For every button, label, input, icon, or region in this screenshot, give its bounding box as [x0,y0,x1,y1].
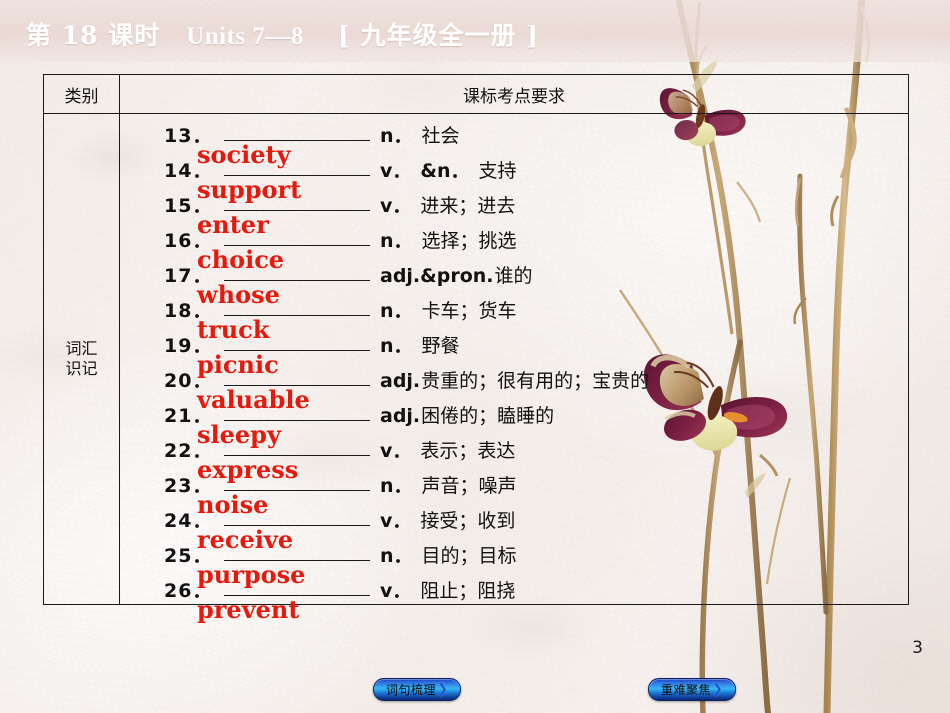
vocabulary-row: 15． v． 进来；进去 [120,190,908,225]
vocabulary-row-number: 19． [164,335,213,357]
vocabulary-chinese-meaning: 社会 [421,125,460,147]
vocabulary-part-of-speech: v． [380,580,412,602]
vocabulary-chinese-meaning: 进来；进去 [420,195,516,217]
vocabulary-chinese-meaning: 困倦的；瞌睡的 [421,405,555,427]
vocabulary-answer-blank [218,435,378,457]
vocabulary-row: 25． n． 目的；目标 [120,540,908,575]
requirement-cell: 13． n． 社会 14． v． &n． 支持 15． v． 进来；进去 16． n． 选择；挑选 17．… [119,113,909,605]
vocabulary-answer-blank [218,470,378,492]
vocabulary-answer-blank [218,540,378,562]
vocabulary-row-number: 21． [164,405,213,427]
title-grade: [ 九年级全一册 ] [337,21,539,50]
header-category: 类别 [43,74,120,114]
header-requirement: 课标考点要求 [119,74,909,114]
vocabulary-answer-blank [218,575,378,597]
page-title: 第 18 课时 Units 7—8 [ 九年级全一册 ] [26,16,539,52]
title-units: Units 7—8 [186,23,304,50]
vocabulary-part-of-speech-secondary: &n． [420,160,470,182]
nav-button-key-points-label: 重难聚焦 [661,682,712,697]
vocabulary-part-of-speech: adj.&pron. [380,265,494,287]
vocabulary-chinese-meaning: 目的；目标 [421,545,517,567]
vocabulary-part-of-speech: v． [380,440,412,462]
nav-button-sentence-review-label: 词句梳理 [386,682,437,697]
vocabulary-row-number: 18． [164,300,213,322]
table-body-row: 词汇 识记 13． n． 社会 14． v． &n． 支持 15． v． 进来；进去 16． n． 选择… [43,113,909,605]
vocabulary-row-number: 26． [164,580,213,602]
vocabulary-row-number: 13． [164,125,213,147]
vocabulary-row: 14． v． &n． 支持 [120,155,908,190]
vocabulary-answer-blank [218,295,378,317]
vocabulary-chinese-meaning: 选择；挑选 [421,230,517,252]
vocabulary-part-of-speech: v． [380,195,412,217]
chevron-right-icon: ❯ [437,682,448,697]
nav-button-key-points[interactable]: 重难聚焦 ❯ [648,678,736,701]
vocabulary-part-of-speech: n． [380,125,413,147]
nav-button-sentence-review[interactable]: 词句梳理 ❯ [373,678,461,701]
page-number: 3 [912,638,923,658]
vocabulary-row: 13． n． 社会 [120,120,908,155]
vocabulary-row-number: 23． [164,475,213,497]
vocabulary-row: 20． adj. 贵重的；很有用的；宝贵的 [120,365,908,400]
slide-canvas: 第 18 课时 Units 7—8 [ 九年级全一册 ] 类别 课标考点要求 词汇 … [0,0,950,713]
vocabulary-answer-blank [218,225,378,247]
vocabulary-part-of-speech: n． [380,335,413,357]
vocabulary-row: 22． v． 表示；表达 [120,435,908,470]
vocabulary-table: 类别 课标考点要求 词汇 识记 13． n． 社会 14． v． &n． 支持 15． v． 进来… [43,74,909,605]
vocabulary-answer-blank [218,400,378,422]
vocabulary-row: 19． n． 野餐 [120,330,908,365]
vocabulary-row: 16． n． 选择；挑选 [120,225,908,260]
vocabulary-chinese-meaning: 野餐 [421,335,460,357]
vocabulary-part-of-speech: adj. [380,405,421,427]
vocabulary-row-number: 25． [164,545,213,567]
vocabulary-row-number: 16． [164,230,213,252]
vocabulary-answer-blank [218,155,378,177]
vocabulary-row-number: 24． [164,510,213,532]
vocabulary-answer-blank [218,505,378,527]
vocabulary-row: 26． v． 阻止；阻挠 [120,575,908,610]
vocabulary-row: 23． n． 声音；噪声 [120,470,908,505]
vocabulary-answer-blank [218,330,378,352]
vocabulary-row: 21． adj. 困倦的；瞌睡的 [120,400,908,435]
title-lesson: 第 18 课时 [26,21,161,50]
chevron-right-icon: ❯ [712,682,723,697]
vocabulary-part-of-speech: v． [380,510,412,532]
vocabulary-row: 17． adj.&pron. 谁的 [120,260,908,295]
vocabulary-row: 24． v． 接受；收到 [120,505,908,540]
vocabulary-answer-blank [218,365,378,387]
vocabulary-part-of-speech: adj. [380,370,421,392]
vocabulary-chinese-meaning: 卡车；货车 [421,300,517,322]
vocabulary-part-of-speech: v． [380,160,412,182]
vocabulary-row-number: 20． [164,370,213,392]
vocabulary-chinese-meaning: 贵重的；很有用的；宝贵的 [421,370,650,392]
vocabulary-part-of-speech: n． [380,230,413,252]
vocabulary-row-number: 17． [164,265,213,287]
vocabulary-answer-blank [218,190,378,212]
vocabulary-chinese-meaning: 表示；表达 [420,440,516,462]
vocabulary-part-of-speech: n． [380,300,413,322]
vocabulary-row: 18． n． 卡车；货车 [120,295,908,330]
vocabulary-chinese-meaning: 支持 [478,160,517,182]
category-cell-vocabulary: 词汇 识记 [43,113,120,605]
category-label-line1: 词汇 [65,339,98,358]
vocabulary-answer-blank [218,260,378,282]
vocabulary-answer-blank [218,120,378,142]
vocabulary-row-number: 15． [164,195,213,217]
vocabulary-part-of-speech: n． [380,475,413,497]
vocabulary-chinese-meaning: 阻止；阻挠 [420,580,516,602]
category-label-line2: 识记 [65,359,98,378]
vocabulary-chinese-meaning: 声音；噪声 [421,475,517,497]
vocabulary-row-number: 14． [164,160,213,182]
vocabulary-chinese-meaning: 接受；收到 [420,510,516,532]
vocabulary-chinese-meaning: 谁的 [494,265,533,287]
vocabulary-part-of-speech: n． [380,545,413,567]
vocabulary-row-number: 22． [164,440,213,462]
vocabulary-row-list: 13． n． 社会 14． v． &n． 支持 15． v． 进来；进去 16． n． 选择；挑选 17．… [120,114,908,610]
table-header-row: 类别 课标考点要求 [43,74,909,114]
